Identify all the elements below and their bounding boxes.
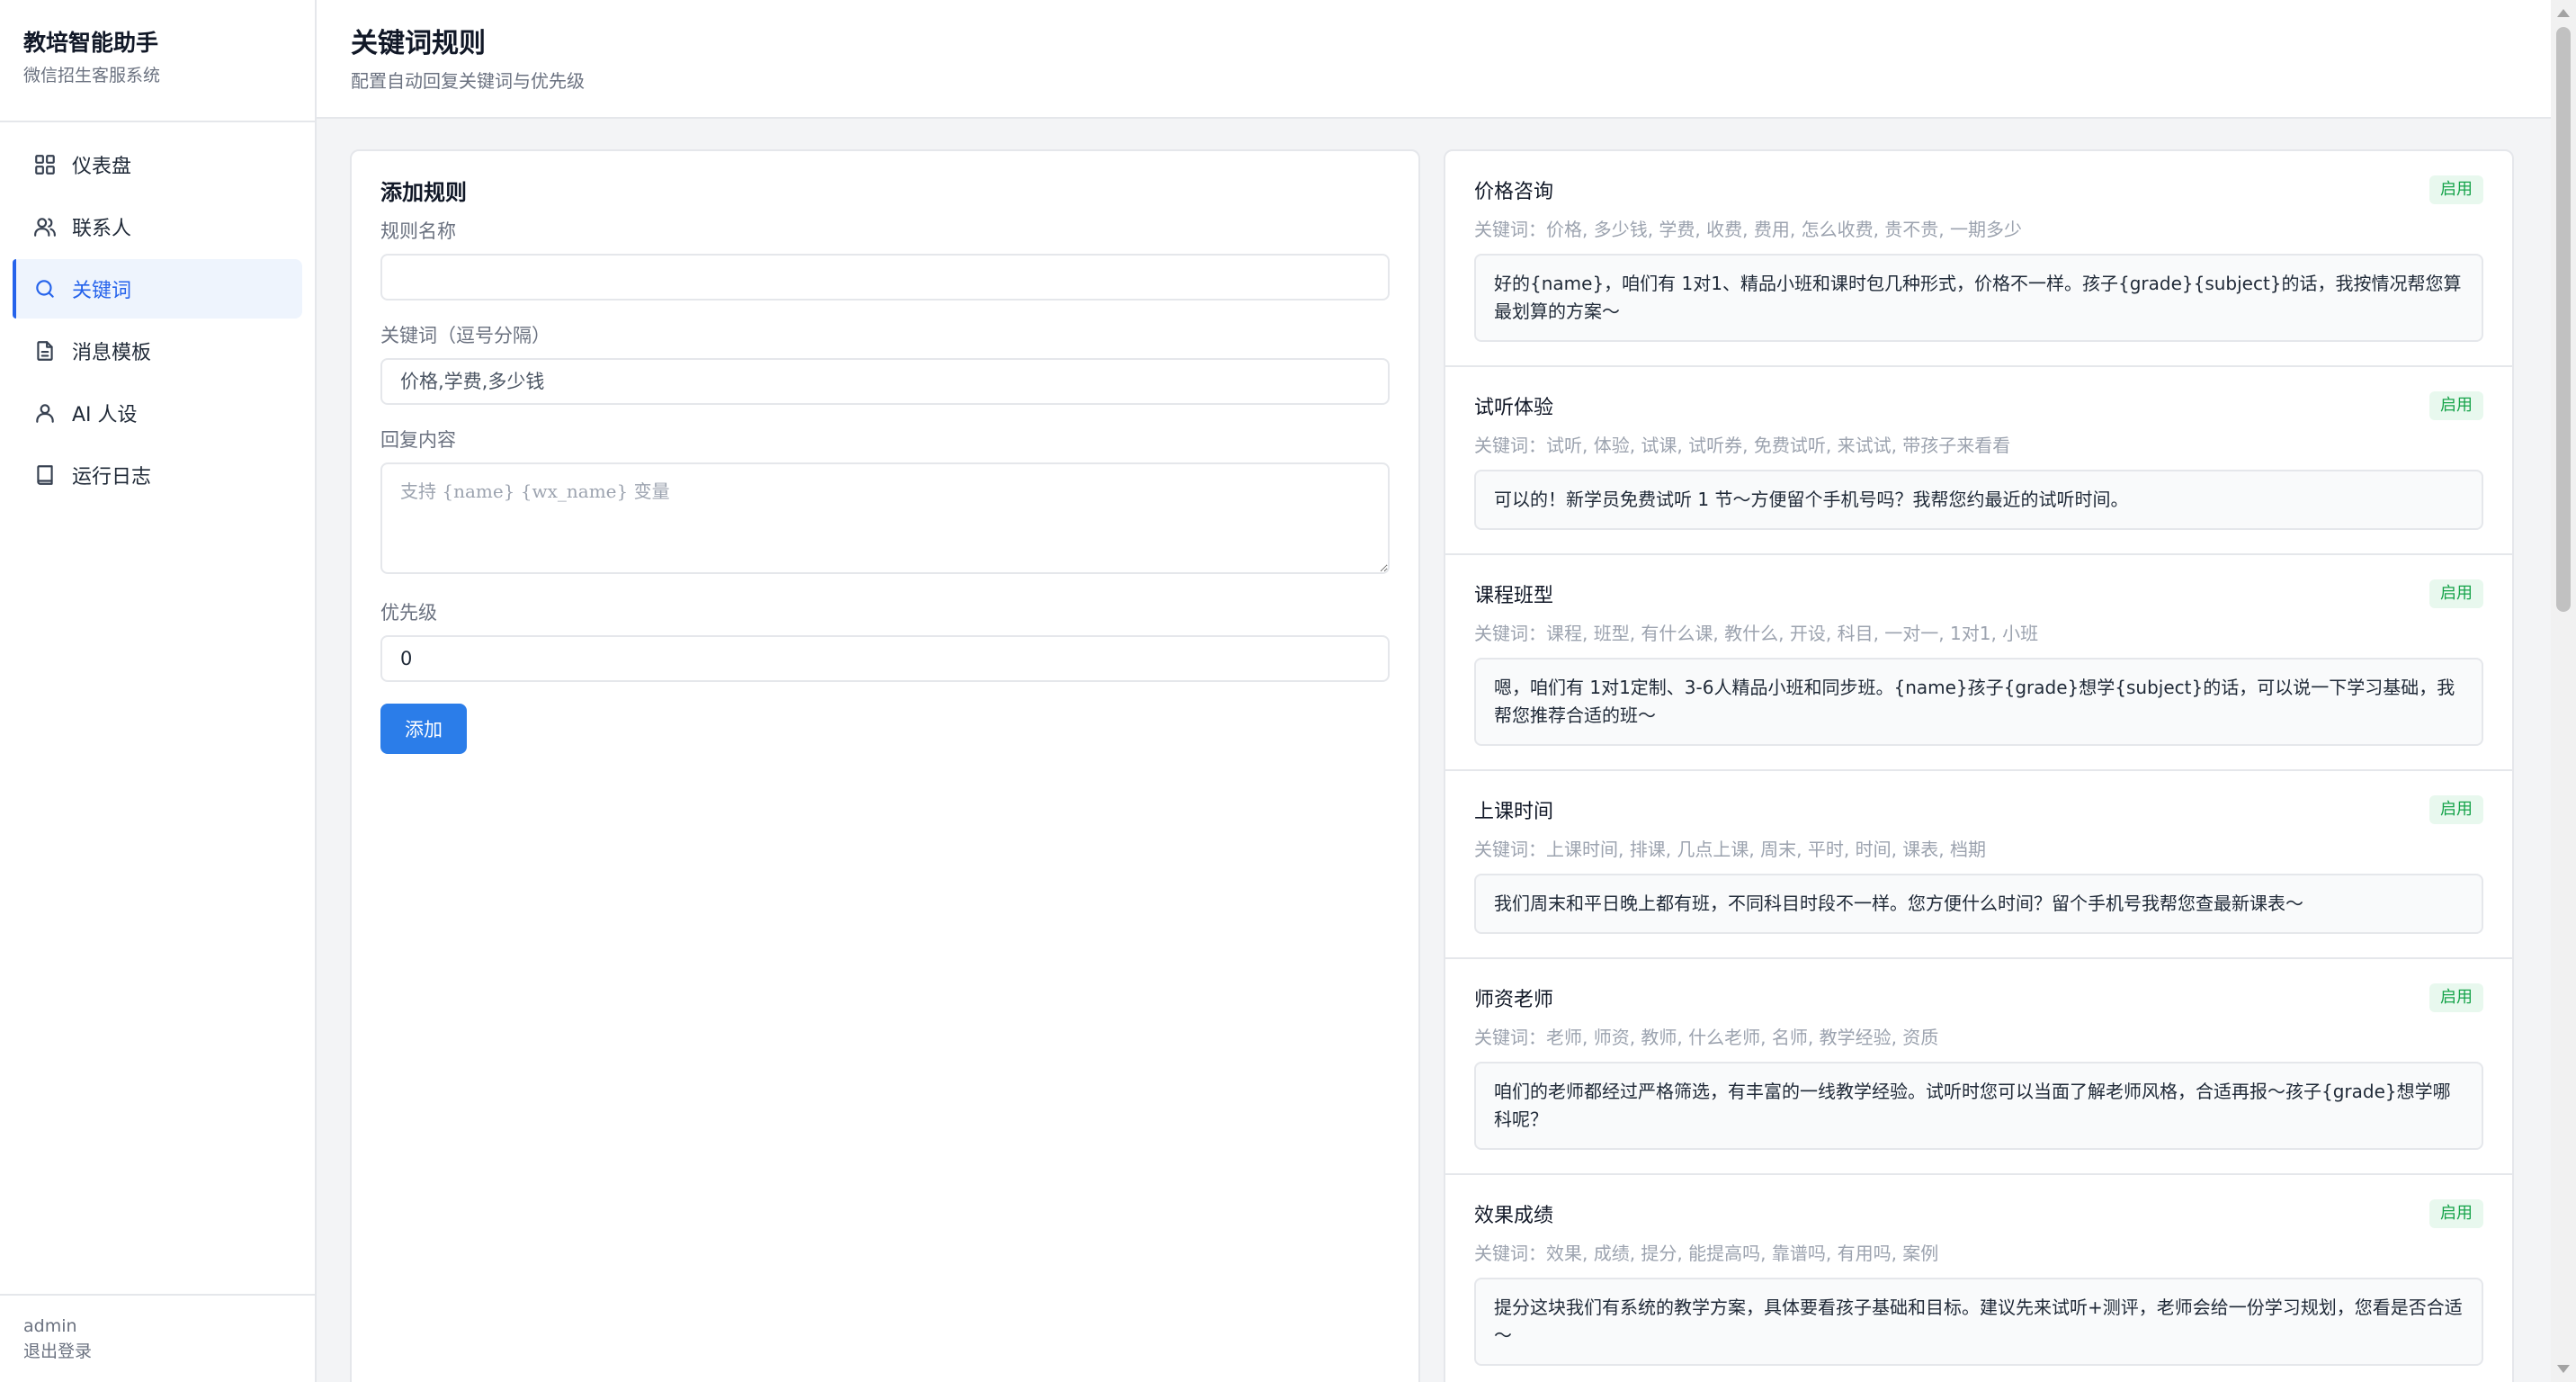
page-title: 关键词规则 xyxy=(351,28,486,59)
rule-keywords: 关键词：试听, 体验, 试课, 试听券, 免费试听, 来试试, 带孩子来看看 xyxy=(1474,435,2011,456)
search-icon xyxy=(32,276,58,301)
document-icon xyxy=(32,338,58,363)
grid-icon xyxy=(32,152,58,177)
keywords-input[interactable] xyxy=(380,358,1390,405)
sidebar-item-label: 仪表盘 xyxy=(72,156,132,178)
rule-reply: 好的{name}，咱们有 1对1、精品小班和课时包几种形式，价格不一样。孩子{g… xyxy=(1474,254,2483,342)
rule-name-label: 规则名称 xyxy=(380,220,456,242)
sidebar-item-templates[interactable]: 消息模板 xyxy=(13,321,302,381)
rule-name: 试听体验 xyxy=(1474,397,1554,419)
rule-name: 师资老师 xyxy=(1474,989,1554,1011)
brand: 教培智能助手 微信招生客服系统 xyxy=(0,0,315,122)
current-user: admin xyxy=(23,1316,77,1336)
list-item: 试听体验 启用 关键词：试听, 体验, 试课, 试听券, 免费试听, 来试试, … xyxy=(1445,367,2512,555)
add-rule-button[interactable]: 添加 xyxy=(380,704,467,754)
sidebar-item-label: 运行日志 xyxy=(72,466,152,489)
scroll-down-arrow-icon[interactable] xyxy=(2557,1365,2570,1373)
reply-label: 回复内容 xyxy=(380,429,456,451)
rule-keywords: 关键词：课程, 班型, 有什么课, 教什么, 开设, 科目, 一对一, 1对1,… xyxy=(1474,623,2039,644)
status-badge[interactable]: 启用 xyxy=(2429,391,2483,420)
rule-reply: 咱们的老师都经过严格筛选，有丰富的一线教学经验。试听时您可以当面了解老师风格，合… xyxy=(1474,1062,2483,1150)
list-item: 效果成绩 启用 关键词：效果, 成绩, 提分, 能提高吗, 靠谱吗, 有用吗, … xyxy=(1445,1175,2512,1382)
form-title: 添加规则 xyxy=(380,180,467,205)
sidebar-item-label: AI 人设 xyxy=(72,404,138,426)
rule-name: 效果成绩 xyxy=(1474,1205,1554,1227)
sidebar-item-contacts[interactable]: 联系人 xyxy=(13,197,302,256)
scrollbar-thumb[interactable] xyxy=(2556,27,2571,612)
rule-name-input[interactable] xyxy=(380,254,1390,301)
rule-keywords: 关键词：价格, 多少钱, 学费, 收费, 费用, 怎么收费, 贵不贵, 一期多少 xyxy=(1474,219,2023,240)
brand-subtitle: 微信招生客服系统 xyxy=(23,66,161,85)
status-badge[interactable]: 启用 xyxy=(2429,579,2483,608)
add-rule-card: 添加规则 规则名称 关键词（逗号分隔） 回复内容 优先级 添加 xyxy=(350,149,1420,1382)
sidebar: 教培智能助手 微信招生客服系统 仪表盘 联系人 关键词 消息模板 AI 人设 运… xyxy=(0,0,317,1382)
status-badge[interactable]: 启用 xyxy=(2429,1199,2483,1228)
status-badge[interactable]: 启用 xyxy=(2429,795,2483,824)
rule-name: 课程班型 xyxy=(1474,585,1554,607)
keywords-label: 关键词（逗号分隔） xyxy=(380,325,550,346)
rule-reply: 提分这块我们有系统的教学方案，具体要看孩子基础和目标。建议先来试听+测评，老师会… xyxy=(1474,1278,2483,1366)
sidebar-nav: 仪表盘 联系人 关键词 消息模板 AI 人设 运行日志 xyxy=(0,122,315,505)
sidebar-item-logs[interactable]: 运行日志 xyxy=(13,445,302,505)
rule-reply: 我们周末和平日晚上都有班，不同科目时段不一样。您方便什么时间？留个手机号我帮您查… xyxy=(1474,874,2483,934)
priority-label: 优先级 xyxy=(380,602,437,624)
rule-keywords: 关键词：上课时间, 排课, 几点上课, 周末, 平时, 时间, 课表, 档期 xyxy=(1474,839,1987,860)
status-badge[interactable]: 启用 xyxy=(2429,175,2483,204)
sidebar-item-keywords[interactable]: 关键词 xyxy=(13,259,302,319)
book-icon xyxy=(32,462,58,488)
rules-list: 价格咨询 启用 关键词：价格, 多少钱, 学费, 收费, 费用, 怎么收费, 贵… xyxy=(1444,149,2514,1382)
priority-input[interactable] xyxy=(380,635,1390,682)
scroll-up-arrow-icon[interactable] xyxy=(2557,9,2570,17)
rule-reply: 可以的！新学员免费试听 1 节～方便留个手机号吗？我帮您约最近的试听时间。 xyxy=(1474,470,2483,530)
page-header: 关键词规则 配置自动回复关键词与优先级 xyxy=(317,0,2551,119)
sidebar-footer: admin 退出登录 xyxy=(0,1294,315,1382)
rule-keywords: 关键词：老师, 师资, 教师, 什么老师, 名师, 教学经验, 资质 xyxy=(1474,1027,1939,1048)
page-subtitle: 配置自动回复关键词与优先级 xyxy=(351,70,585,92)
rule-keywords: 关键词：效果, 成绩, 提分, 能提高吗, 靠谱吗, 有用吗, 案例 xyxy=(1474,1243,1939,1264)
status-badge[interactable]: 启用 xyxy=(2429,983,2483,1012)
user-icon xyxy=(32,400,58,426)
list-item: 价格咨询 启用 关键词：价格, 多少钱, 学费, 收费, 费用, 怎么收费, 贵… xyxy=(1445,151,2512,367)
list-item: 师资老师 启用 关键词：老师, 师资, 教师, 什么老师, 名师, 教学经验, … xyxy=(1445,959,2512,1175)
sidebar-item-label: 消息模板 xyxy=(72,342,152,364)
sidebar-item-dashboard[interactable]: 仪表盘 xyxy=(13,135,302,194)
brand-title: 教培智能助手 xyxy=(23,30,159,56)
rule-reply: 嗯，咱们有 1对1定制、3-6人精品小班和同步班。{name}孩子{grade}… xyxy=(1474,658,2483,746)
sidebar-item-label: 关键词 xyxy=(72,280,132,302)
rule-name: 价格咨询 xyxy=(1474,181,1554,203)
rule-name: 上课时间 xyxy=(1474,801,1554,823)
list-item: 上课时间 启用 关键词：上课时间, 排课, 几点上课, 周末, 平时, 时间, … xyxy=(1445,771,2512,959)
list-item: 课程班型 启用 关键词：课程, 班型, 有什么课, 教什么, 开设, 科目, 一… xyxy=(1445,555,2512,771)
reply-textarea[interactable] xyxy=(380,462,1390,574)
sidebar-item-label: 联系人 xyxy=(72,218,132,240)
users-icon xyxy=(32,214,58,239)
sidebar-item-ai-persona[interactable]: AI 人设 xyxy=(13,383,302,443)
page-scrollbar[interactable] xyxy=(2551,0,2576,1382)
logout-link[interactable]: 退出登录 xyxy=(23,1339,291,1364)
